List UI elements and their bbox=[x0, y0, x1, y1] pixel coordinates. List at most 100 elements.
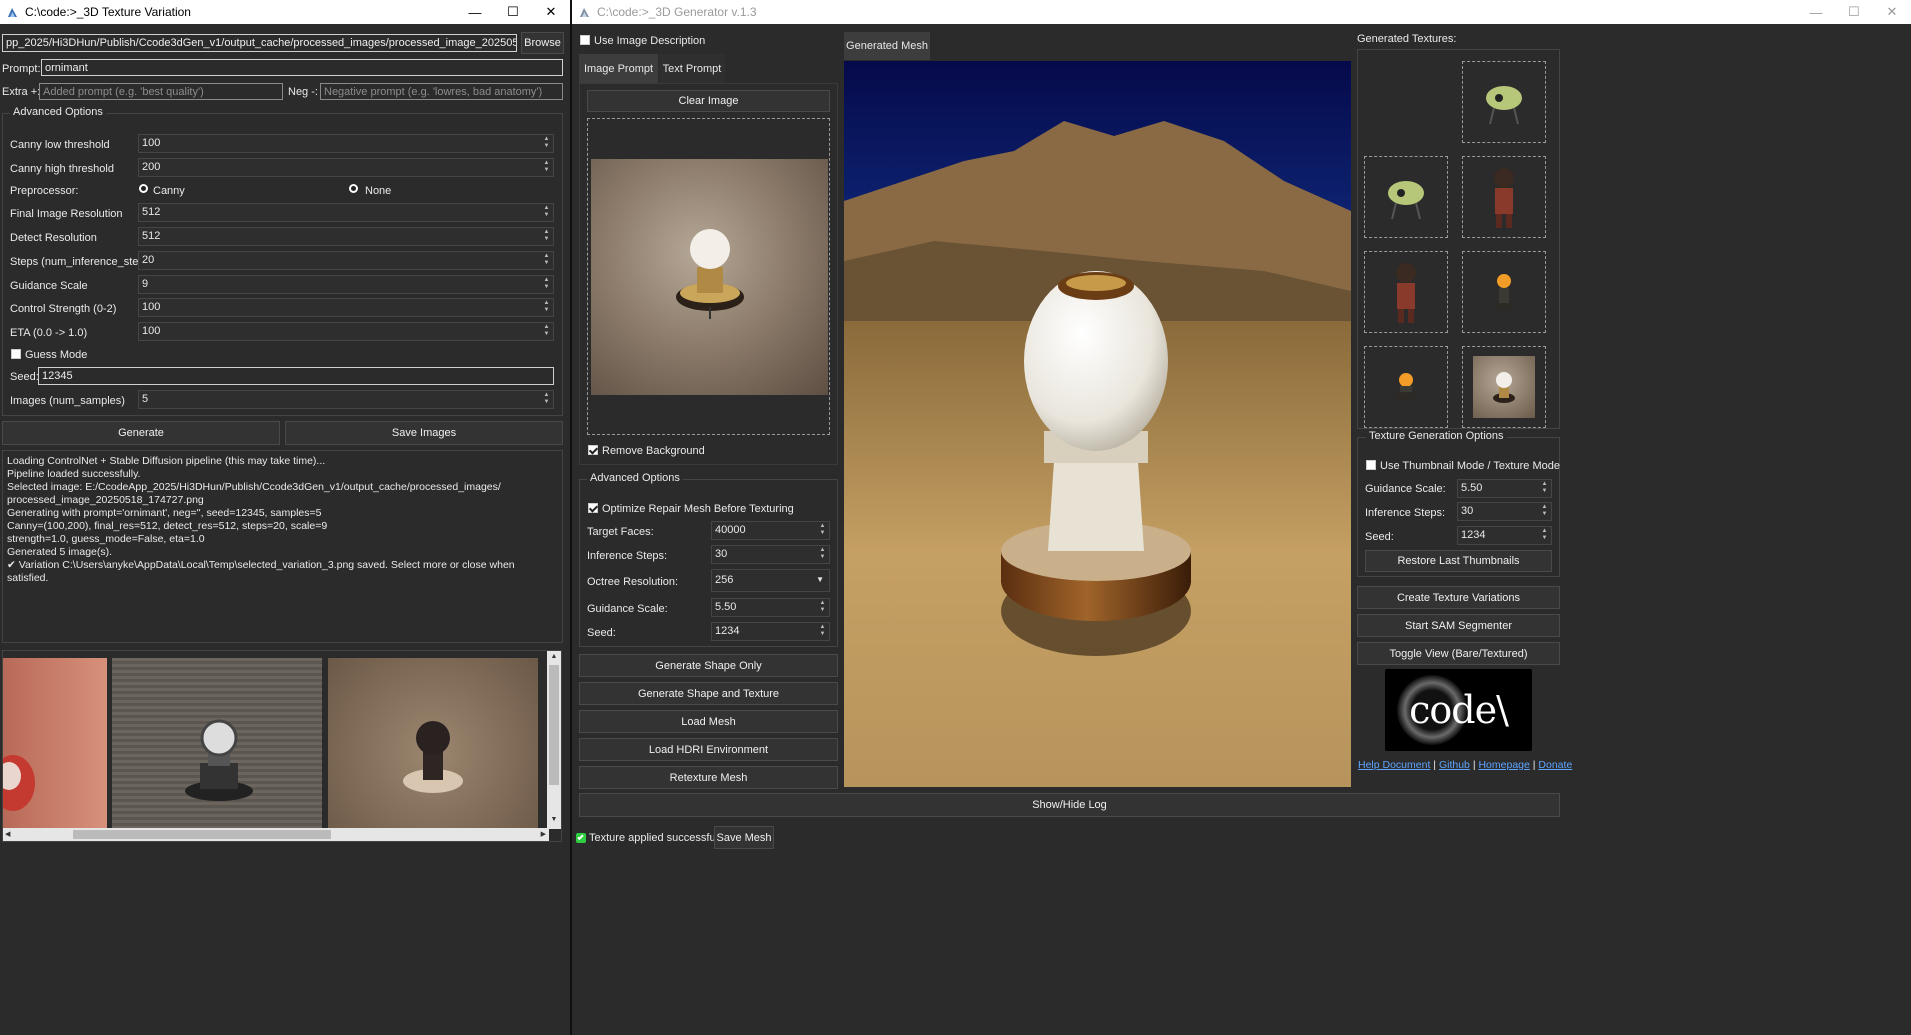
load-hdri-button[interactable]: Load HDRI Environment bbox=[579, 738, 838, 761]
input-image-lamp bbox=[676, 229, 744, 319]
logo-text: code\ bbox=[1409, 688, 1509, 732]
app-logo: code\ bbox=[1385, 669, 1532, 751]
browse-button[interactable]: Browse bbox=[521, 32, 564, 54]
texture-image-2 bbox=[1388, 181, 1424, 220]
tex-steps-spinbox[interactable]: 30 ▲ ▼ bbox=[1457, 502, 1552, 521]
link-separator: | bbox=[1472, 759, 1476, 771]
generate-shape-only-button[interactable]: Generate Shape Only bbox=[579, 654, 838, 677]
texture-thumb-3[interactable] bbox=[1462, 156, 1546, 238]
guidance-scale-spinbox[interactable]: 5.50 ▲ ▼ bbox=[711, 598, 830, 617]
octree-resolution-select[interactable]: 256 ▼ bbox=[711, 569, 830, 592]
canny-high-spinbox[interactable]: 200 ▲ ▼ bbox=[138, 158, 554, 177]
tab-generated-mesh[interactable]: Generated Mesh bbox=[844, 32, 930, 60]
prompt-input[interactable]: ornimant bbox=[41, 59, 563, 76]
thumbnail-mode-checkbox[interactable] bbox=[1366, 460, 1376, 470]
log-line: ✔ Variation C:\Users\anyke\AppData\Local… bbox=[7, 559, 518, 584]
texture-thumb-4[interactable] bbox=[1364, 251, 1448, 333]
texture-thumb-2[interactable] bbox=[1364, 156, 1448, 238]
neg-prompt-input[interactable]: Negative prompt (e.g. 'lowres, bad anato… bbox=[320, 83, 563, 100]
target-faces-spinbox[interactable]: 40000 ▲ ▼ bbox=[711, 521, 830, 540]
github-link[interactable]: Github bbox=[1439, 759, 1470, 771]
control-strength-spinbox[interactable]: 100 ▲ ▼ bbox=[138, 298, 554, 317]
num-samples-spinbox[interactable]: 5 ▲ ▼ bbox=[138, 390, 554, 409]
minimize-icon[interactable]: — bbox=[1797, 0, 1835, 24]
close-icon[interactable]: ✕ bbox=[532, 0, 570, 24]
guidance-label: Guidance Scale bbox=[10, 280, 88, 292]
eta-spinbox[interactable]: 100 ▲ ▼ bbox=[138, 322, 554, 341]
texture-thumb-1[interactable] bbox=[1462, 61, 1546, 143]
control-strength-label: Control Strength (0-2) bbox=[10, 303, 117, 315]
generate-button[interactable]: Generate bbox=[2, 421, 280, 445]
generate-shape-texture-button[interactable]: Generate Shape and Texture bbox=[579, 682, 838, 705]
tex-steps-label: Inference Steps: bbox=[1365, 507, 1446, 519]
save-mesh-button[interactable]: Save Mesh bbox=[714, 826, 774, 849]
start-sam-button[interactable]: Start SAM Segmenter bbox=[1357, 614, 1560, 637]
seed-spinbox[interactable]: 1234 ▲ ▼ bbox=[711, 622, 830, 641]
texture-thumb-5[interactable] bbox=[1462, 251, 1546, 333]
tex-guidance-label: Guidance Scale: bbox=[1365, 483, 1446, 495]
texture-image-3 bbox=[1494, 168, 1514, 228]
final-res-label: Final Image Resolution bbox=[10, 208, 123, 220]
horizontal-scrollbar[interactable]: ◀ ▶ bbox=[3, 828, 549, 841]
texture-image-1 bbox=[1486, 86, 1522, 125]
num-samples-label: Images (num_samples) bbox=[10, 395, 125, 407]
remove-background-checkbox[interactable] bbox=[588, 445, 598, 455]
extra-prompt-input[interactable]: Added prompt (e.g. 'best quality') bbox=[39, 83, 283, 100]
mesh-viewport[interactable] bbox=[844, 61, 1351, 787]
target-faces-label: Target Faces: bbox=[587, 526, 654, 538]
vertical-scrollbar[interactable]: ▲ ▼ bbox=[547, 651, 561, 829]
variation-image-1 bbox=[3, 755, 35, 811]
guess-mode-checkbox[interactable] bbox=[11, 349, 21, 359]
log-line: strength=1.0, guess_mode=False, eta=1.0 bbox=[7, 533, 205, 545]
log-line: Generated 5 image(s). bbox=[7, 546, 113, 558]
close-icon[interactable]: ✕ bbox=[1873, 0, 1911, 24]
toggle-view-button[interactable]: Toggle View (Bare/Textured) bbox=[1357, 642, 1560, 665]
homepage-link[interactable]: Homepage bbox=[1478, 759, 1529, 771]
save-images-button[interactable]: Save Images bbox=[285, 421, 563, 445]
generator-window: C:\code:>_3D Generator v.1.3 — ☐ ✕ Use I… bbox=[572, 0, 1911, 1035]
image-drop-zone[interactable] bbox=[587, 118, 830, 435]
tab-image-prompt[interactable]: Image Prompt bbox=[579, 54, 658, 83]
link-separator: | bbox=[1532, 759, 1536, 771]
radio-none[interactable] bbox=[349, 184, 358, 193]
use-image-description-checkbox[interactable] bbox=[580, 35, 590, 45]
radio-canny-label: Canny bbox=[153, 185, 185, 197]
radio-canny[interactable] bbox=[139, 184, 148, 193]
maximize-icon[interactable]: ☐ bbox=[1835, 0, 1873, 24]
final-res-spinbox[interactable]: 512 ▲ ▼ bbox=[138, 203, 554, 222]
variation-thumb-2[interactable] bbox=[112, 658, 322, 829]
octree-resolution-label: Octree Resolution: bbox=[587, 576, 679, 588]
clear-image-button[interactable]: Clear Image bbox=[587, 90, 830, 112]
show-hide-log-button[interactable]: Show/Hide Log bbox=[579, 793, 1560, 817]
window-title: C:\code:>_3D Texture Variation bbox=[25, 5, 191, 19]
tab-text-prompt[interactable]: Text Prompt bbox=[659, 54, 725, 83]
image-path-field[interactable]: pp_2025/Hi3DHun/Publish/Ccode3dGen_v1/ou… bbox=[2, 34, 517, 52]
optimize-checkbox[interactable] bbox=[588, 503, 598, 513]
minimize-icon[interactable]: — bbox=[456, 0, 494, 24]
restore-thumbnails-button[interactable]: Restore Last Thumbnails bbox=[1365, 550, 1552, 572]
texture-thumb-7[interactable] bbox=[1462, 346, 1546, 428]
steps-spinbox[interactable]: 20 ▲ ▼ bbox=[138, 251, 554, 270]
variation-thumb-3[interactable] bbox=[328, 658, 538, 829]
canny-low-spinbox[interactable]: 100 ▲ ▼ bbox=[138, 134, 554, 153]
texture-thumb-6[interactable] bbox=[1364, 346, 1448, 428]
app-icon bbox=[580, 7, 589, 17]
preprocessor-label: Preprocessor: bbox=[10, 185, 79, 197]
tex-seed-spinbox[interactable]: 1234 ▲ ▼ bbox=[1457, 526, 1552, 545]
detect-res-spinbox[interactable]: 512 ▲ ▼ bbox=[138, 227, 554, 246]
retexture-mesh-button[interactable]: Retexture Mesh bbox=[579, 766, 838, 789]
inference-steps-spinbox[interactable]: 30 ▲ ▼ bbox=[711, 545, 830, 564]
titlebar[interactable]: C:\code:>_3D Generator v.1.3 — ☐ ✕ bbox=[572, 0, 1911, 24]
titlebar[interactable]: C:\code:>_3D Texture Variation — ☐ ✕ bbox=[0, 0, 570, 24]
load-mesh-button[interactable]: Load Mesh bbox=[579, 710, 838, 733]
variation-thumb-1[interactable] bbox=[3, 658, 107, 829]
create-variations-button[interactable]: Create Texture Variations bbox=[1357, 586, 1560, 609]
tex-guidance-spinbox[interactable]: 5.50 ▲ ▼ bbox=[1457, 479, 1552, 498]
links-row: Help Document | Github | Homepage | Dona… bbox=[1358, 759, 1572, 771]
log-line: processed_image_20250518_174727.png bbox=[7, 494, 204, 506]
donate-link[interactable]: Donate bbox=[1538, 759, 1572, 771]
maximize-icon[interactable]: ☐ bbox=[494, 0, 532, 24]
seed-input[interactable]: 12345 bbox=[38, 367, 554, 385]
guidance-spinbox[interactable]: 9 ▲ ▼ bbox=[138, 275, 554, 294]
help-document-link[interactable]: Help Document bbox=[1358, 759, 1430, 771]
